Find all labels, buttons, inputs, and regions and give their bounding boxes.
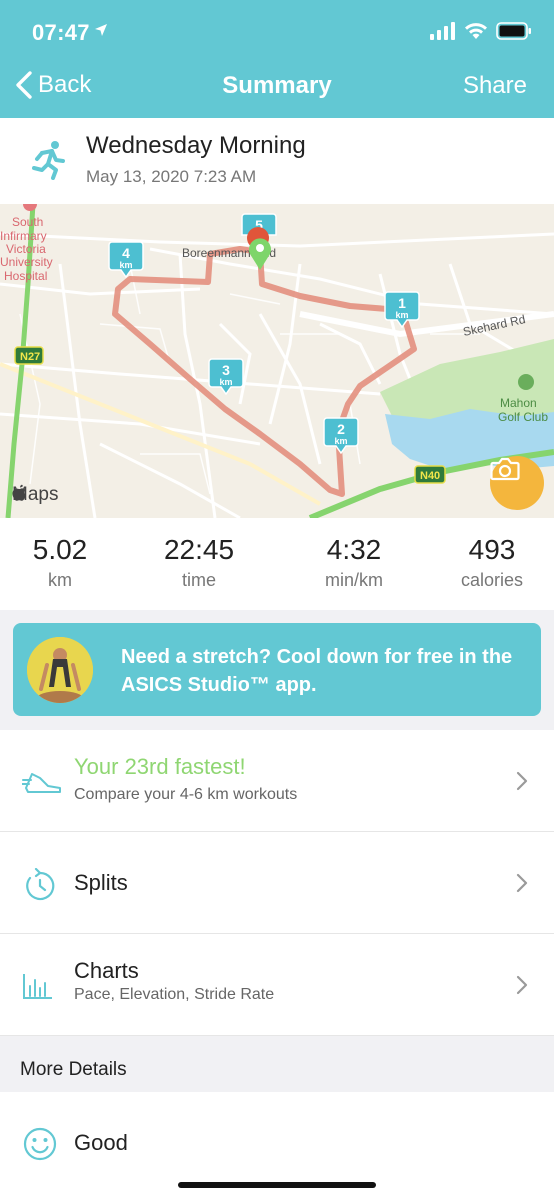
stat-time-unit: time [181,570,216,590]
km-marker-4: 4 km [108,241,144,279]
stat-pace-value: 4:32 [326,534,382,565]
asics-studio-promo-banner[interactable]: Need a stretch? Cool down for free in th… [13,623,541,716]
home-indicator[interactable] [178,1182,376,1188]
share-button[interactable]: Share [463,72,527,100]
splits-row[interactable]: Splits [0,832,554,934]
location-arrow-icon [95,24,107,36]
stat-calories-unit: calories [460,570,524,590]
start-pin-icon [248,238,271,270]
workout-date: May 13, 2020 7:23 AM [86,167,257,186]
bar-chart-icon [23,974,52,999]
stretching-person-icon [27,637,93,703]
more-details-section-header: More Details [0,1036,554,1092]
chevron-right-icon [516,873,528,893]
camera-icon [490,457,520,481]
battery-icon [496,22,531,40]
add-photo-button[interactable] [490,456,544,510]
map-label-hospital-3: Victoria [6,242,46,256]
km-marker-4-unit: km [119,260,132,270]
status-indicators [430,22,532,40]
road-shield-n27: N27 [20,351,40,363]
km-marker-4-num: 4 [122,245,130,261]
fastest-comparison-row[interactable]: Your 23rd fastest! Compare your 4-6 km w… [0,730,554,832]
workout-stats: 5.02 km 22:45 time 4:32 min/km 493 calor… [0,518,554,610]
feeling-value: Good [74,1130,128,1155]
map-label-hospital-2: Infirmary [0,229,47,243]
charts-title: Charts [74,958,139,983]
stat-calories: 493 calories [432,534,552,591]
chevron-right-icon [516,771,528,791]
km-marker-2-num: 2 [337,421,345,437]
stat-time: 22:45 time [139,534,259,591]
map-label-golf-1: Mahon [500,396,537,410]
promo-text: Need a stretch? Cool down for free in th… [121,646,513,696]
km-marker-2-unit: km [334,436,347,446]
signal-icon [430,22,455,40]
more-details-title: More Details [20,1059,127,1080]
km-marker-1-unit: km [395,310,408,320]
splits-title: Splits [74,870,128,895]
fastest-title: Your 23rd fastest! [74,754,246,779]
maps-attribution: Maps [12,484,58,506]
km-marker-3-num: 3 [222,362,230,378]
workout-header: Wednesday Morning May 13, 2020 7:23 AM [0,118,554,204]
charts-subtitle: Pace, Elevation, Stride Rate [74,986,275,1003]
route-map[interactable]: South Infirmary Victoria University Hosp… [0,204,554,518]
stretch-avatar [27,637,93,703]
charts-row[interactable]: Charts Pace, Elevation, Stride Rate [0,934,554,1036]
stat-calories-value: 493 [468,534,516,565]
running-icon [32,141,65,180]
km-marker-1: 1 km [384,291,420,329]
workout-title: Wednesday Morning [86,132,306,159]
stat-time-value: 22:45 [163,534,235,565]
km-marker-1-num: 1 [398,295,406,311]
stopwatch-icon [26,868,55,901]
shoe-icon [22,773,61,793]
stat-distance-unit: km [48,570,72,590]
road-shield-n40: N40 [420,470,440,482]
smiley-face-icon [23,1127,57,1161]
km-marker-2: 2 km [323,417,359,455]
apple-logo-icon [12,484,26,501]
stat-distance: 5.02 km [0,534,120,591]
km-marker-3: 3 km [208,358,244,396]
map-label-hospital-5: Hospital [4,269,47,283]
top-bar: 07:47 Back Summary Share [0,0,554,118]
fastest-subtitle: Compare your 4-6 km workouts [74,786,298,803]
stat-pace-unit: min/km [325,570,383,590]
map-label-hospital-4: University [0,255,53,269]
map-label-hospital-1: South [12,215,43,229]
status-time: 07:47 [32,20,90,45]
wifi-icon [465,23,487,39]
stat-distance-value: 5.02 [32,534,88,565]
km-marker-3-unit: km [219,377,232,387]
map-canvas: South Infirmary Victoria University Hosp… [0,204,554,518]
map-label-golf-2: Golf Club [498,410,548,424]
map-label-road-skehard: Skehard Rd [462,312,527,339]
chevron-right-icon [516,975,528,995]
stat-pace: 4:32 min/km [294,534,414,591]
